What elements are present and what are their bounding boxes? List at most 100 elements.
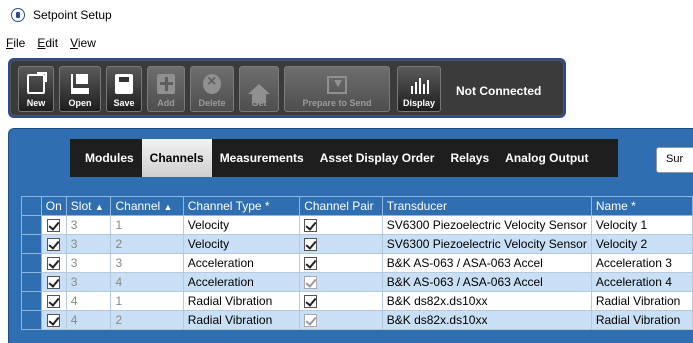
on-checkbox[interactable] — [47, 257, 61, 271]
slot-cell: 3 — [65, 253, 112, 273]
name-cell[interactable]: Radial Vibration — [590, 310, 693, 330]
channel-type-cell[interactable]: Acceleration — [182, 272, 301, 292]
add-button[interactable]: Add — [147, 66, 185, 112]
channel-pair-cell[interactable] — [299, 272, 383, 292]
col-header-name[interactable]: Name * — [590, 196, 693, 216]
window-title: Setpoint Setup — [33, 8, 112, 22]
channel-pair-cell[interactable] — [299, 253, 383, 273]
col-header-on[interactable]: On — [40, 196, 67, 216]
col-header-slot[interactable]: Slot ▲ — [65, 196, 112, 216]
sort-asc-icon: ▲ — [94, 202, 104, 212]
channel-type-cell[interactable]: Velocity — [182, 215, 301, 235]
on-checkbox[interactable] — [47, 314, 61, 328]
channel-pair-cell[interactable] — [299, 234, 383, 254]
open-button[interactable]: Open — [59, 66, 101, 112]
channel-cell: 1 — [110, 291, 184, 311]
sort-asc-icon: ▲ — [163, 202, 173, 212]
col-header-channel-type[interactable]: Channel Type * — [182, 196, 301, 216]
name-cell[interactable]: Acceleration 4 — [590, 272, 693, 292]
connection-status: Not Connected — [456, 84, 542, 98]
channel-type-cell[interactable]: Radial Vibration — [182, 291, 301, 311]
tab-relays[interactable]: Relays — [442, 139, 497, 177]
table-row[interactable]: 3 1 Velocity SV6300 Piezoelectric Veloci… — [21, 215, 693, 235]
col-header-channel-pair[interactable]: Channel Pair — [299, 196, 383, 216]
channel-pair-checkbox — [304, 276, 318, 290]
menu-view[interactable]: View — [70, 36, 96, 54]
channel-cell: 4 — [110, 272, 184, 292]
table-row[interactable]: 3 2 Velocity SV6300 Piezoelectric Veloci… — [21, 234, 693, 254]
slot-cell: 3 — [65, 272, 112, 292]
transducer-cell[interactable]: SV6300 Piezoelectric Velocity Sensor — [381, 234, 592, 254]
transducer-cell[interactable]: B&K AS-063 / ASA-063 Accel — [381, 253, 592, 273]
channel-cell: 2 — [110, 310, 184, 330]
table-row[interactable]: 4 1 Radial Vibration B&K ds82x.ds10xx Ra… — [21, 291, 693, 311]
tab-asset-display-order[interactable]: Asset Display Order — [312, 139, 443, 177]
slot-cell: 3 — [65, 215, 112, 235]
tab-measurements[interactable]: Measurements — [212, 139, 312, 177]
row-header[interactable] — [21, 310, 42, 330]
name-cell[interactable]: Velocity 2 — [590, 234, 693, 254]
on-checkbox-cell[interactable] — [40, 272, 67, 292]
name-cell[interactable]: Acceleration 3 — [590, 253, 693, 273]
channel-type-cell[interactable]: Velocity — [182, 234, 301, 254]
on-checkbox[interactable] — [47, 219, 61, 233]
display-button[interactable]: Display — [397, 66, 441, 112]
on-checkbox-cell[interactable] — [40, 215, 67, 235]
menu-edit[interactable]: Edit — [37, 36, 58, 54]
transducer-cell[interactable]: B&K AS-063 / ASA-063 Accel — [381, 272, 592, 292]
tab-modules[interactable]: Modules — [70, 139, 142, 177]
on-checkbox[interactable] — [47, 295, 61, 309]
save-button[interactable]: Save — [106, 66, 142, 112]
name-cell[interactable]: Radial Vibration — [590, 291, 693, 311]
channel-pair-checkbox[interactable] — [304, 219, 318, 233]
menu-file[interactable]: File — [6, 36, 25, 54]
tab-channels[interactable]: Channels — [141, 139, 212, 177]
table-row[interactable]: 4 2 Radial Vibration B&K ds82x.ds10xx Ra… — [21, 310, 693, 330]
tab-analog-output[interactable]: Analog Output — [497, 139, 596, 177]
bar-graph-icon — [409, 76, 429, 94]
col-header-channel[interactable]: Channel ▲ — [110, 196, 184, 216]
on-checkbox-cell[interactable] — [40, 234, 67, 254]
channel-type-cell[interactable]: Radial Vibration — [182, 310, 301, 330]
row-header[interactable] — [21, 272, 42, 292]
channel-pair-checkbox[interactable] — [304, 295, 318, 309]
channel-pair-cell[interactable] — [299, 215, 383, 235]
on-checkbox-cell[interactable] — [40, 291, 67, 311]
col-header-transducer[interactable]: Transducer — [381, 196, 592, 216]
row-header[interactable] — [21, 215, 42, 235]
channel-pair-checkbox — [304, 314, 318, 328]
transducer-cell[interactable]: B&K ds82x.ds10xx — [381, 310, 592, 330]
new-file-icon — [27, 74, 45, 94]
new-button[interactable]: New — [18, 66, 54, 112]
channel-cell: 2 — [110, 234, 184, 254]
get-button[interactable]: Get — [239, 66, 279, 112]
on-checkbox[interactable] — [47, 276, 61, 290]
plus-icon — [157, 74, 175, 94]
channel-pair-checkbox[interactable] — [304, 257, 318, 271]
summary-button[interactable]: Sur — [656, 147, 693, 173]
row-header[interactable] — [21, 291, 42, 311]
slot-cell: 4 — [65, 310, 112, 330]
channels-grid: On Slot ▲ Channel ▲ Channel Type * Chann… — [21, 196, 693, 330]
channel-type-cell[interactable]: Acceleration — [182, 253, 301, 273]
channel-cell: 3 — [110, 253, 184, 273]
prepare-to-send-button[interactable]: Prepare to Send — [284, 66, 390, 112]
channel-pair-cell[interactable] — [299, 310, 383, 330]
row-header[interactable] — [21, 234, 42, 254]
table-row[interactable]: 3 3 Acceleration B&K AS-063 / ASA-063 Ac… — [21, 253, 693, 273]
delete-x-icon — [203, 73, 221, 94]
on-checkbox-cell[interactable] — [40, 253, 67, 273]
grid-corner[interactable] — [21, 196, 42, 216]
transducer-cell[interactable]: SV6300 Piezoelectric Velocity Sensor — [381, 215, 592, 235]
open-folder-icon — [71, 74, 89, 94]
row-header[interactable] — [21, 253, 42, 273]
floppy-disk-icon — [115, 74, 133, 94]
name-cell[interactable]: Velocity 1 — [590, 215, 693, 235]
transducer-cell[interactable]: B&K ds82x.ds10xx — [381, 291, 592, 311]
channel-pair-checkbox[interactable] — [304, 238, 318, 252]
on-checkbox[interactable] — [47, 238, 61, 252]
delete-button[interactable]: Delete — [190, 66, 234, 112]
table-row[interactable]: 3 4 Acceleration B&K AS-063 / ASA-063 Ac… — [21, 272, 693, 292]
on-checkbox-cell[interactable] — [40, 310, 67, 330]
channel-pair-cell[interactable] — [299, 291, 383, 311]
